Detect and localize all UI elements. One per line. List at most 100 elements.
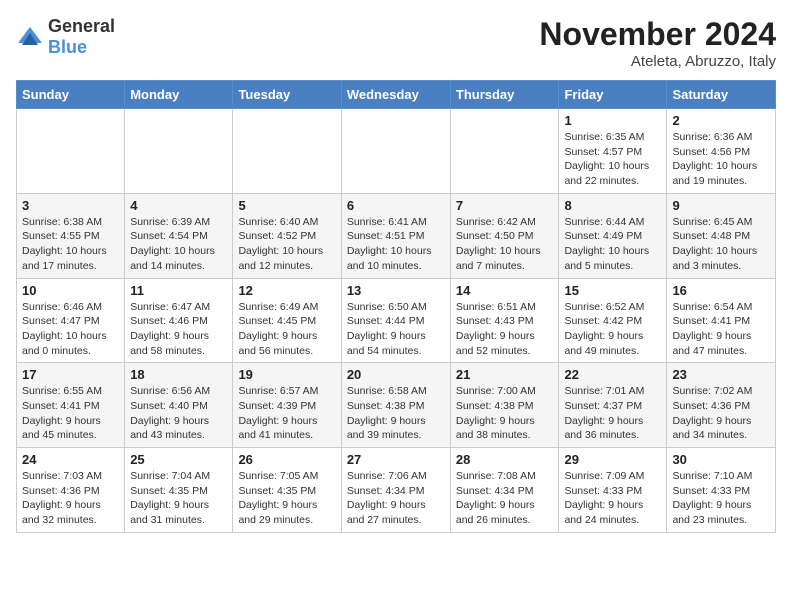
day-number: 24 [22,452,119,467]
day-info: Sunrise: 6:58 AM Sunset: 4:38 PM Dayligh… [347,384,445,443]
day-cell [233,109,341,194]
day-number: 10 [22,283,119,298]
day-cell: 22Sunrise: 7:01 AM Sunset: 4:37 PM Dayli… [559,363,667,448]
day-number: 7 [456,198,554,213]
day-cell: 13 Sunrise: 6:50 AM Sunset: 4:44 PM Dayli… [341,278,450,363]
week-row-3: 17 Sunrise: 6:55 AM Sunset: 4:41 PM Dayli… [17,363,776,448]
day-cell: 20 Sunrise: 6:58 AM Sunset: 4:38 PM Dayli… [341,363,450,448]
weekday-header-sunday: Sunday [17,81,125,109]
day-info: Sunrise: 6:46 AM Sunset: 4:47 PM Dayligh… [22,300,119,359]
week-row-4: 24 Sunrise: 7:03 AM Sunset: 4:36 PM Dayli… [17,448,776,533]
day-number: 22 [564,367,661,382]
day-cell [341,109,450,194]
day-number: 18 [130,367,227,382]
day-info: Sunrise: 6:57 AM Sunset: 4:39 PM Dayligh… [238,384,335,443]
day-info: Sunrise: 6:41 AM Sunset: 4:51 PM Dayligh… [347,215,445,274]
weekday-header-friday: Friday [559,81,667,109]
day-number: 1 [564,113,661,128]
day-cell: 24 Sunrise: 7:03 AM Sunset: 4:36 PM Dayli… [17,448,125,533]
day-number: 16 [672,283,770,298]
calendar-body: 1 Sunrise: 6:35 AM Sunset: 4:57 PM Daylig… [17,109,776,533]
calendar-table: SundayMondayTuesdayWednesdayThursdayFrid… [16,80,776,533]
weekday-header-monday: Monday [125,81,233,109]
day-cell [125,109,233,194]
weekday-header-row: SundayMondayTuesdayWednesdayThursdayFrid… [17,81,776,109]
day-number: 17 [22,367,119,382]
day-number: 15 [564,283,661,298]
day-cell: 26Sunrise: 7:05 AM Sunset: 4:35 PM Dayli… [233,448,341,533]
day-number: 30 [672,452,770,467]
day-cell: 25Sunrise: 7:04 AM Sunset: 4:35 PM Dayli… [125,448,233,533]
day-info: Sunrise: 6:50 AM Sunset: 4:44 PM Dayligh… [347,300,445,359]
day-cell: 10 Sunrise: 6:46 AM Sunset: 4:47 PM Dayli… [17,278,125,363]
day-cell: 2 Sunrise: 6:36 AM Sunset: 4:56 PM Daylig… [667,109,776,194]
day-cell: 15 Sunrise: 6:52 AM Sunset: 4:42 PM Dayli… [559,278,667,363]
day-info: Sunrise: 6:47 AM Sunset: 4:46 PM Dayligh… [130,300,227,359]
day-number: 27 [347,452,445,467]
day-number: 23 [672,367,770,382]
logo-blue: Blue [48,37,87,57]
week-row-2: 10 Sunrise: 6:46 AM Sunset: 4:47 PM Dayli… [17,278,776,363]
day-info: Sunrise: 7:06 AM Sunset: 4:34 PM Dayligh… [347,469,445,528]
day-cell: 27 Sunrise: 7:06 AM Sunset: 4:34 PM Dayli… [341,448,450,533]
day-info: Sunrise: 7:05 AM Sunset: 4:35 PM Dayligh… [238,469,335,528]
day-number: 8 [564,198,661,213]
day-number: 13 [347,283,445,298]
day-info: Sunrise: 6:45 AM Sunset: 4:48 PM Dayligh… [672,215,770,274]
day-number: 21 [456,367,554,382]
weekday-header-wednesday: Wednesday [341,81,450,109]
day-number: 4 [130,198,227,213]
day-info: Sunrise: 6:54 AM Sunset: 4:41 PM Dayligh… [672,300,770,359]
day-info: Sunrise: 6:56 AM Sunset: 4:40 PM Dayligh… [130,384,227,443]
day-info: Sunrise: 6:55 AM Sunset: 4:41 PM Dayligh… [22,384,119,443]
day-number: 2 [672,113,770,128]
day-info: Sunrise: 6:42 AM Sunset: 4:50 PM Dayligh… [456,215,554,274]
day-cell: 12 Sunrise: 6:49 AM Sunset: 4:45 PM Dayli… [233,278,341,363]
day-cell: 16 Sunrise: 6:54 AM Sunset: 4:41 PM Dayli… [667,278,776,363]
day-cell: 7 Sunrise: 6:42 AM Sunset: 4:50 PM Daylig… [450,193,559,278]
day-number: 19 [238,367,335,382]
day-cell [17,109,125,194]
day-number: 14 [456,283,554,298]
day-cell: 9Sunrise: 6:45 AM Sunset: 4:48 PM Daylig… [667,193,776,278]
location-title: Ateleta, Abruzzo, Italy [539,53,776,70]
day-number: 25 [130,452,227,467]
day-number: 6 [347,198,445,213]
day-info: Sunrise: 7:10 AM Sunset: 4:33 PM Dayligh… [672,469,770,528]
day-info: Sunrise: 6:51 AM Sunset: 4:43 PM Dayligh… [456,300,554,359]
header: General Blue November 2024 Ateleta, Abru… [16,16,776,70]
day-info: Sunrise: 7:02 AM Sunset: 4:36 PM Dayligh… [672,384,770,443]
day-cell: 3 Sunrise: 6:38 AM Sunset: 4:55 PM Daylig… [17,193,125,278]
day-number: 28 [456,452,554,467]
title-area: November 2024 Ateleta, Abruzzo, Italy [539,16,776,70]
day-info: Sunrise: 6:39 AM Sunset: 4:54 PM Dayligh… [130,215,227,274]
week-row-1: 3 Sunrise: 6:38 AM Sunset: 4:55 PM Daylig… [17,193,776,278]
day-number: 5 [238,198,335,213]
day-number: 20 [347,367,445,382]
day-number: 12 [238,283,335,298]
day-cell: 6 Sunrise: 6:41 AM Sunset: 4:51 PM Daylig… [341,193,450,278]
day-info: Sunrise: 6:38 AM Sunset: 4:55 PM Dayligh… [22,215,119,274]
day-cell: 28 Sunrise: 7:08 AM Sunset: 4:34 PM Dayli… [450,448,559,533]
weekday-header-saturday: Saturday [667,81,776,109]
day-info: Sunrise: 6:49 AM Sunset: 4:45 PM Dayligh… [238,300,335,359]
day-cell: 4 Sunrise: 6:39 AM Sunset: 4:54 PM Daylig… [125,193,233,278]
day-cell: 19 Sunrise: 6:57 AM Sunset: 4:39 PM Dayli… [233,363,341,448]
day-cell: 30 Sunrise: 7:10 AM Sunset: 4:33 PM Dayli… [667,448,776,533]
day-info: Sunrise: 6:52 AM Sunset: 4:42 PM Dayligh… [564,300,661,359]
day-info: Sunrise: 7:08 AM Sunset: 4:34 PM Dayligh… [456,469,554,528]
day-cell: 8Sunrise: 6:44 AM Sunset: 4:49 PM Daylig… [559,193,667,278]
weekday-header-tuesday: Tuesday [233,81,341,109]
day-info: Sunrise: 7:03 AM Sunset: 4:36 PM Dayligh… [22,469,119,528]
month-title: November 2024 [539,16,776,53]
day-cell [450,109,559,194]
day-info: Sunrise: 6:35 AM Sunset: 4:57 PM Dayligh… [564,130,661,189]
day-cell: 23 Sunrise: 7:02 AM Sunset: 4:36 PM Dayli… [667,363,776,448]
logo-text: General Blue [48,16,115,58]
day-info: Sunrise: 7:00 AM Sunset: 4:38 PM Dayligh… [456,384,554,443]
day-info: Sunrise: 7:09 AM Sunset: 4:33 PM Dayligh… [564,469,661,528]
day-cell: 29 Sunrise: 7:09 AM Sunset: 4:33 PM Dayli… [559,448,667,533]
day-number: 3 [22,198,119,213]
day-info: Sunrise: 6:36 AM Sunset: 4:56 PM Dayligh… [672,130,770,189]
day-number: 29 [564,452,661,467]
